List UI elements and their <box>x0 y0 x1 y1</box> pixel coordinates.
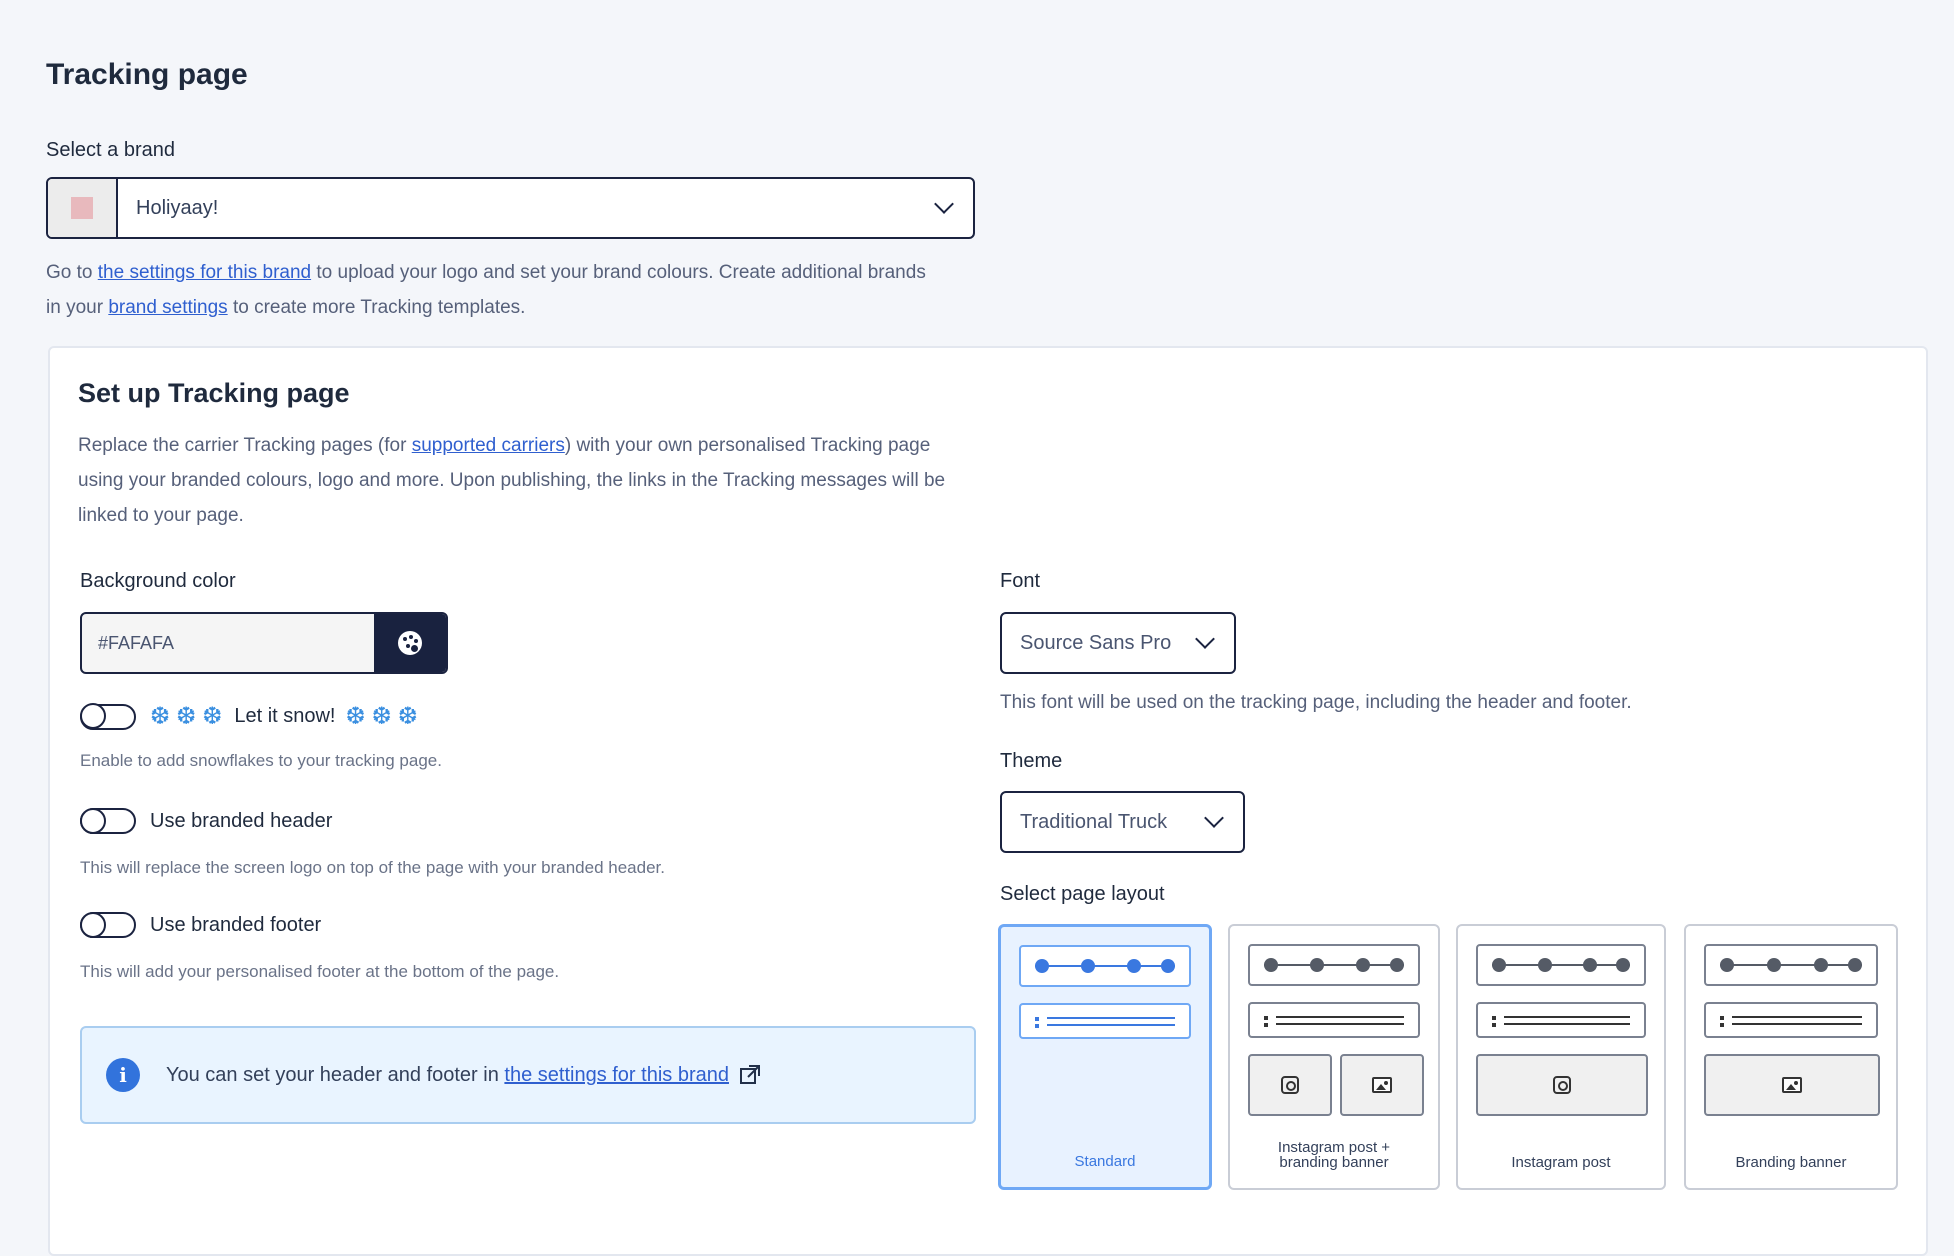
brand-settings-link[interactable]: the settings for this brand <box>98 262 311 283</box>
snow-toggle-label: Let it snow! <box>234 705 336 727</box>
font-select-value: Source Sans Pro <box>1020 631 1172 654</box>
background-color-value[interactable]: #FAFAFA <box>82 614 374 672</box>
branded-footer-help: This will add your personalised footer a… <box>80 962 560 981</box>
instagram-tile <box>1248 1054 1332 1116</box>
branded-footer-toggle[interactable] <box>80 911 136 938</box>
image-icon <box>1372 1077 1392 1093</box>
layout-details-bar <box>1019 1003 1191 1039</box>
header-footer-settings-link[interactable]: the settings for this brand <box>504 1064 729 1087</box>
setup-desc-prefix: Replace the carrier Tracking pages (for <box>78 435 412 456</box>
layout-label: Select page layout <box>1000 883 1165 905</box>
branded-header-label: Use branded header <box>150 809 333 832</box>
instagram-icon <box>1553 1076 1571 1094</box>
setup-card: Set up Tracking page Replace the carrier… <box>48 346 1928 1256</box>
branded-header-toggle[interactable] <box>80 807 136 834</box>
brand-color-swatch <box>71 197 93 219</box>
info-text: You can set your header and footer in <box>166 1063 499 1086</box>
layout-option-label: Branding banner <box>1735 1154 1847 1171</box>
brand-select[interactable]: Holiyaay! <box>46 177 975 239</box>
layout-option-branding-banner[interactable]: Branding banner <box>1684 924 1898 1190</box>
branded-footer-label: Use branded footer <box>150 913 322 936</box>
footer-toggle-row: Use branded footer <box>80 911 322 938</box>
snowflake-icons-left: ❆❆❆ <box>150 703 229 730</box>
layout-progress-bar <box>1248 944 1420 986</box>
theme-select[interactable]: Traditional Truck <box>1000 791 1245 853</box>
snow-toggle-help: Enable to add snowflakes to your trackin… <box>80 751 442 770</box>
info-banner: i You can set your header and footer in … <box>80 1026 976 1124</box>
font-label: Font <box>1000 570 1041 592</box>
layout-option-label: Instagram post <box>1511 1154 1611 1171</box>
header-toggle-row: Use branded header <box>80 807 333 834</box>
background-color-label: Background color <box>80 570 236 592</box>
layout-option-instagram-branding[interactable]: Instagram post + branding banner <box>1228 924 1440 1190</box>
palette-icon <box>398 631 422 655</box>
banner-tile <box>1704 1054 1880 1116</box>
layout-option-instagram[interactable]: Instagram post <box>1456 924 1666 1190</box>
font-help: This font will be used on the tracking p… <box>1000 692 1632 713</box>
layout-option-label: Instagram post + branding banner <box>1277 1139 1391 1171</box>
info-icon: i <box>106 1058 140 1092</box>
external-link-icon[interactable] <box>739 1064 761 1086</box>
theme-label: Theme <box>1000 750 1063 772</box>
snow-toggle[interactable] <box>80 703 136 730</box>
brand-help-text: Go to the settings for this brand to upl… <box>46 255 926 325</box>
chevron-down-icon <box>934 194 954 214</box>
brand-swatch-box <box>48 179 118 237</box>
layout-progress-bar <box>1019 945 1191 987</box>
layout-progress-bar <box>1704 944 1878 986</box>
layout-option-label: Standard <box>1074 1153 1136 1170</box>
page-title: Tracking page <box>46 58 248 91</box>
setup-title: Set up Tracking page <box>78 378 350 408</box>
branded-header-help: This will replace the screen logo on top… <box>80 858 665 877</box>
brand-help-prefix: Go to <box>46 262 98 283</box>
layout-option-standard[interactable]: Standard <box>998 924 1212 1190</box>
layout-details-bar <box>1476 1002 1646 1038</box>
layout-progress-bar <box>1476 944 1646 986</box>
brand-help-suffix: to create more Tracking templates. <box>227 297 526 318</box>
layout-details-bar <box>1248 1002 1420 1038</box>
brand-select-value: Holiyaay! <box>136 196 219 219</box>
chevron-down-icon <box>1195 629 1215 649</box>
snowflake-icons-right: ❆❆❆ <box>345 703 424 730</box>
supported-carriers-link[interactable]: supported carriers <box>412 435 565 456</box>
background-color-input[interactable]: #FAFAFA <box>80 612 448 674</box>
setup-description: Replace the carrier Tracking pages (for … <box>78 428 978 533</box>
theme-select-value: Traditional Truck <box>1020 810 1168 833</box>
snow-toggle-row: ❆❆❆ Let it snow! ❆❆❆ <box>80 702 424 731</box>
banner-tile <box>1340 1054 1424 1116</box>
instagram-tile <box>1476 1054 1648 1116</box>
image-icon <box>1782 1077 1802 1093</box>
layout-details-bar <box>1704 1002 1878 1038</box>
instagram-icon <box>1281 1076 1299 1094</box>
brand-settings-page-link[interactable]: brand settings <box>108 297 227 318</box>
color-picker-button[interactable] <box>374 614 446 672</box>
font-select[interactable]: Source Sans Pro <box>1000 612 1236 674</box>
chevron-down-icon <box>1204 808 1224 828</box>
brand-label: Select a brand <box>46 139 175 161</box>
